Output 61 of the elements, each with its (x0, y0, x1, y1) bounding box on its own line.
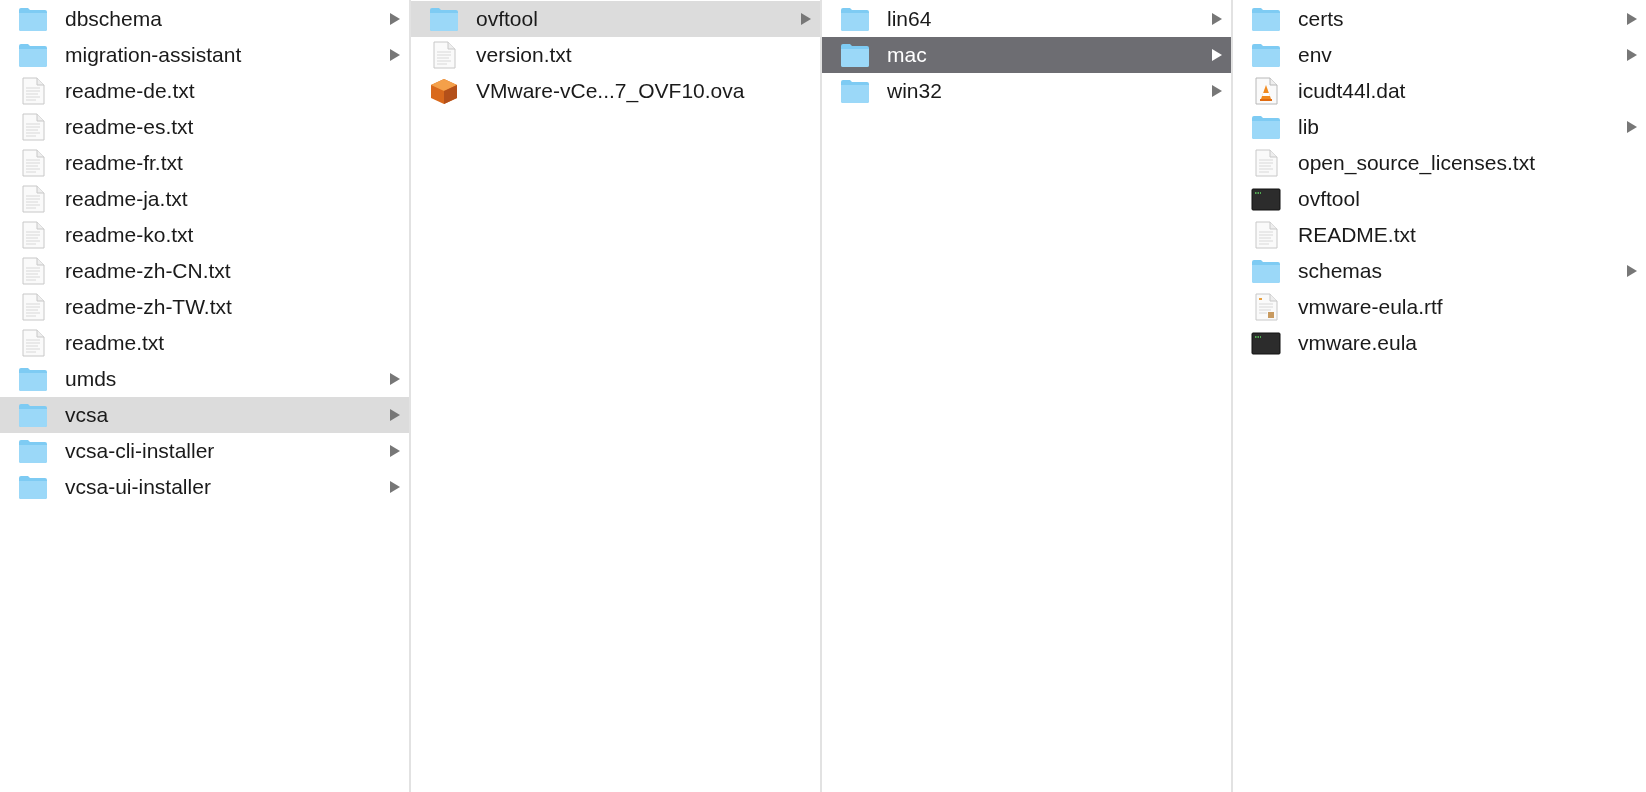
folder-icon (840, 77, 870, 105)
disclosure-triangle-icon (1626, 120, 1638, 134)
file-list-item[interactable]: ovftool (1233, 181, 1646, 217)
file-list-item[interactable]: schemas (1233, 253, 1646, 289)
folder-icon (1251, 257, 1281, 285)
file-list-item[interactable]: vmware-eula.rtf (1233, 289, 1646, 325)
disclosure-triangle-icon (389, 372, 401, 386)
disclosure-triangle-icon (1211, 48, 1223, 62)
box-icon (429, 77, 459, 105)
file-list-item[interactable]: umds (0, 361, 409, 397)
file-list-item[interactable]: open_source_licenses.txt (1233, 145, 1646, 181)
file-list-item[interactable]: certs (1233, 1, 1646, 37)
file-list-item[interactable]: mac (822, 37, 1231, 73)
file-list-item[interactable]: readme-ja.txt (0, 181, 409, 217)
folder-icon (18, 5, 48, 33)
disclosure-triangle-icon (389, 12, 401, 26)
file-list-item[interactable]: readme-es.txt (0, 109, 409, 145)
file-list-item[interactable]: readme-ko.txt (0, 217, 409, 253)
file-list-item[interactable]: VMware-vCe...7_OVF10.ova (411, 73, 820, 109)
file-list-item[interactable]: vcsa-cli-installer (0, 433, 409, 469)
file-list-item[interactable]: icudt44l.dat (1233, 73, 1646, 109)
file-list-item[interactable]: vcsa-ui-installer (0, 469, 409, 505)
disclosure-triangle-icon (1626, 48, 1638, 62)
terminal-icon (1251, 329, 1281, 357)
file-list-item[interactable]: readme-zh-TW.txt (0, 289, 409, 325)
disclosure-triangle-icon (389, 444, 401, 458)
disclosure-triangle-icon (1211, 12, 1223, 26)
disclosure-triangle-icon (389, 480, 401, 494)
file-list-item[interactable]: vcsa (0, 397, 409, 433)
file-list-item[interactable]: win32 (822, 73, 1231, 109)
file-list-item[interactable]: dbschema (0, 1, 409, 37)
file-list-item[interactable]: ovftool (411, 1, 820, 37)
file-list-item[interactable]: vmware.eula (1233, 325, 1646, 361)
file-list-item[interactable]: readme-zh-CN.txt (0, 253, 409, 289)
folder-icon (840, 5, 870, 33)
file-list-item[interactable]: lin64 (822, 1, 1231, 37)
terminal-icon (1251, 185, 1281, 213)
folder-icon (429, 5, 459, 33)
folder-icon (18, 473, 48, 501)
folder-icon (18, 401, 48, 429)
folder-icon (1251, 113, 1281, 141)
folder-icon (18, 41, 48, 69)
file-list-item[interactable]: lib (1233, 109, 1646, 145)
folder-icon (1251, 41, 1281, 69)
disclosure-triangle-icon (1211, 84, 1223, 98)
disclosure-triangle-icon (389, 48, 401, 62)
file-list-item[interactable]: README.txt (1233, 217, 1646, 253)
file-list-item[interactable]: readme-de.txt (0, 73, 409, 109)
file-list-item[interactable]: version.txt (411, 37, 820, 73)
file-list-item[interactable]: env (1233, 37, 1646, 73)
file-list-item[interactable]: readme-fr.txt (0, 145, 409, 181)
disclosure-triangle-icon (1626, 12, 1638, 26)
file-list-item[interactable]: readme.txt (0, 325, 409, 361)
disclosure-triangle-icon (800, 12, 812, 26)
folder-icon (18, 437, 48, 465)
disclosure-triangle-icon (389, 408, 401, 422)
folder-icon (1251, 5, 1281, 33)
folder-icon (18, 365, 48, 393)
folder-icon (840, 41, 870, 69)
disclosure-triangle-icon (1626, 264, 1638, 278)
file-list-item[interactable]: migration-assistant (0, 37, 409, 73)
